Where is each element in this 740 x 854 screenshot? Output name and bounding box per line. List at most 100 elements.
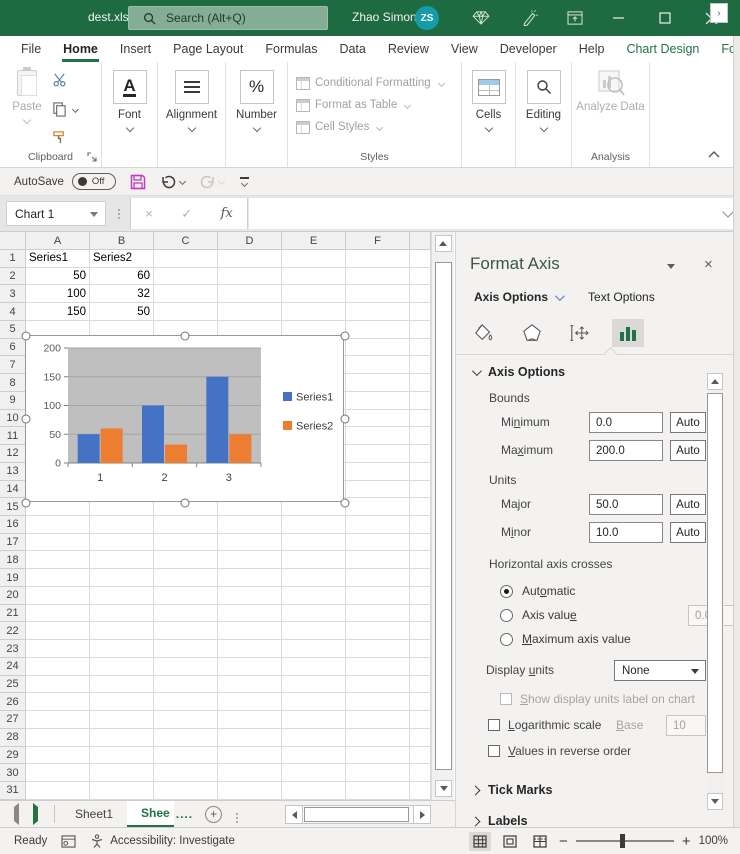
section-labels[interactable]: Labels — [472, 814, 733, 827]
grid-cell-B4[interactable]: 50 — [90, 303, 154, 321]
alignment-group-button[interactable]: Alignment — [158, 62, 226, 167]
grid-cell-A27[interactable] — [26, 711, 90, 729]
draw-pencil-icon[interactable] — [518, 8, 540, 28]
zoom-percentage[interactable]: 100% — [699, 835, 728, 847]
grid-cell-E22[interactable] — [282, 622, 346, 640]
font-group-button[interactable]: A Font — [102, 62, 158, 167]
grid-cell-D29[interactable] — [218, 747, 282, 765]
row-header-17[interactable]: 17 — [0, 534, 26, 552]
base-input[interactable]: 10 — [666, 715, 706, 736]
grid-cell-E1[interactable] — [282, 250, 346, 268]
grid-cell-F12[interactable] — [346, 445, 410, 463]
ribbon-tab-formulas[interactable]: Formulas — [254, 36, 328, 62]
grid-cell-partial[interactable] — [410, 605, 431, 623]
grid-cell-C1[interactable] — [154, 250, 218, 268]
row-header-1[interactable]: 1 — [0, 250, 26, 268]
copy-button[interactable] — [52, 100, 86, 118]
autosave-toggle[interactable]: Off — [72, 173, 116, 190]
row-header-22[interactable]: 22 — [0, 622, 26, 640]
page-break-preview-button[interactable] — [529, 832, 551, 851]
embedded-chart[interactable]: 050100150200123Series1Series2 — [25, 335, 344, 502]
maximize-button[interactable] — [654, 8, 676, 28]
grid-cell-partial[interactable] — [410, 410, 431, 428]
grid-cell-B1[interactable]: Series2 — [90, 250, 154, 268]
format-as-table-button[interactable]: Format as Table — [288, 94, 461, 116]
grid-cell-C19[interactable] — [154, 569, 218, 587]
grid-cell-D27[interactable] — [218, 711, 282, 729]
row-header-21[interactable]: 21 — [0, 605, 26, 623]
grid-cell-A25[interactable] — [26, 676, 90, 694]
confirm-entry-button[interactable]: ✓ — [181, 206, 192, 222]
grid-cell-C24[interactable] — [154, 658, 218, 676]
grid-cell-F17[interactable] — [346, 534, 410, 552]
grid-cell-partial[interactable] — [410, 321, 431, 339]
grid-cell-F28[interactable] — [346, 729, 410, 747]
ribbon-tab-view[interactable]: View — [440, 36, 489, 62]
grid-cell-B26[interactable] — [90, 693, 154, 711]
row-header-7[interactable]: 7 — [0, 356, 26, 374]
search-box[interactable]: Search (Alt+Q) — [128, 6, 328, 30]
grid-cell-B29[interactable] — [90, 747, 154, 765]
ribbon-tab-help[interactable]: Help — [568, 36, 616, 62]
grid-cell-A16[interactable] — [26, 516, 90, 534]
grid-cell-A3[interactable]: 100 — [26, 285, 90, 303]
grid-cell-F5[interactable] — [346, 321, 410, 339]
grid-cell-B2[interactable]: 60 — [90, 268, 154, 286]
ribbon-tab-developer[interactable]: Developer — [489, 36, 568, 62]
grid-cell-F3[interactable] — [346, 285, 410, 303]
grid-cell-partial[interactable] — [410, 587, 431, 605]
grid-cell-E20[interactable] — [282, 587, 346, 605]
minimum-auto-button[interactable]: Auto — [670, 412, 706, 433]
sheet-tab-overflow[interactable]: .... — [176, 807, 193, 821]
customize-qat-button[interactable] — [240, 177, 249, 185]
minimize-button[interactable] — [608, 8, 630, 28]
number-group-button[interactable]: % Number — [226, 62, 288, 167]
grid-cell-C29[interactable] — [154, 747, 218, 765]
grid-cell-D21[interactable] — [218, 605, 282, 623]
grid-cell-D3[interactable] — [218, 285, 282, 303]
vertical-scrollbar-thumb[interactable] — [435, 262, 452, 770]
row-header-16[interactable]: 16 — [0, 516, 26, 534]
grid-cell-C16[interactable] — [154, 516, 218, 534]
grid-cell-B3[interactable]: 32 — [90, 285, 154, 303]
grid-cell-A29[interactable] — [26, 747, 90, 765]
row-header-25[interactable]: 25 — [0, 676, 26, 694]
grid-cell-partial[interactable] — [410, 463, 431, 481]
grid-cell-partial[interactable] — [410, 516, 431, 534]
major-auto-button[interactable]: Auto — [670, 494, 706, 515]
grid-cell-A20[interactable] — [26, 587, 90, 605]
formula-input[interactable] — [249, 198, 733, 229]
normal-view-button[interactable] — [469, 832, 491, 851]
grid-cell-E18[interactable] — [282, 551, 346, 569]
grid-cell-D23[interactable] — [218, 640, 282, 658]
size-properties-icon[interactable] — [564, 319, 596, 347]
maximum-input[interactable]: 200.0 — [589, 440, 663, 461]
grid-cell-partial[interactable] — [410, 250, 431, 268]
row-header-20[interactable]: 20 — [0, 587, 26, 605]
maximum-axis-value-radio[interactable] — [500, 633, 513, 646]
grid-cell-A30[interactable] — [26, 764, 90, 782]
analyze-data-button[interactable]: Analyze Data — [572, 62, 649, 114]
selection-handle[interactable] — [22, 332, 31, 341]
row-header-28[interactable]: 28 — [0, 729, 26, 747]
grid-cell-F31[interactable] — [346, 782, 410, 800]
redo-button[interactable] — [199, 174, 224, 190]
grid-cell-E21[interactable] — [282, 605, 346, 623]
row-header-6[interactable]: 6 — [0, 339, 26, 357]
grid-cell-D22[interactable] — [218, 622, 282, 640]
new-sheet-button[interactable]: + — [205, 806, 222, 823]
grid-cell-B21[interactable] — [90, 605, 154, 623]
grid-cell-partial[interactable] — [410, 693, 431, 711]
row-header-19[interactable]: 19 — [0, 569, 26, 587]
grid-cell-C22[interactable] — [154, 622, 218, 640]
grid-cell-B19[interactable] — [90, 569, 154, 587]
grid-cell-A18[interactable] — [26, 551, 90, 569]
selection-handle[interactable] — [341, 332, 350, 341]
grid-cell-partial[interactable] — [410, 640, 431, 658]
undo-button[interactable] — [160, 174, 185, 190]
cells-group-button[interactable]: Cells — [462, 62, 516, 167]
grid-cell-E31[interactable] — [282, 782, 346, 800]
grid-cell-partial[interactable] — [410, 782, 431, 800]
accessibility-status[interactable]: Accessibility: Investigate — [90, 834, 235, 848]
show-units-checkbox[interactable] — [500, 693, 512, 705]
